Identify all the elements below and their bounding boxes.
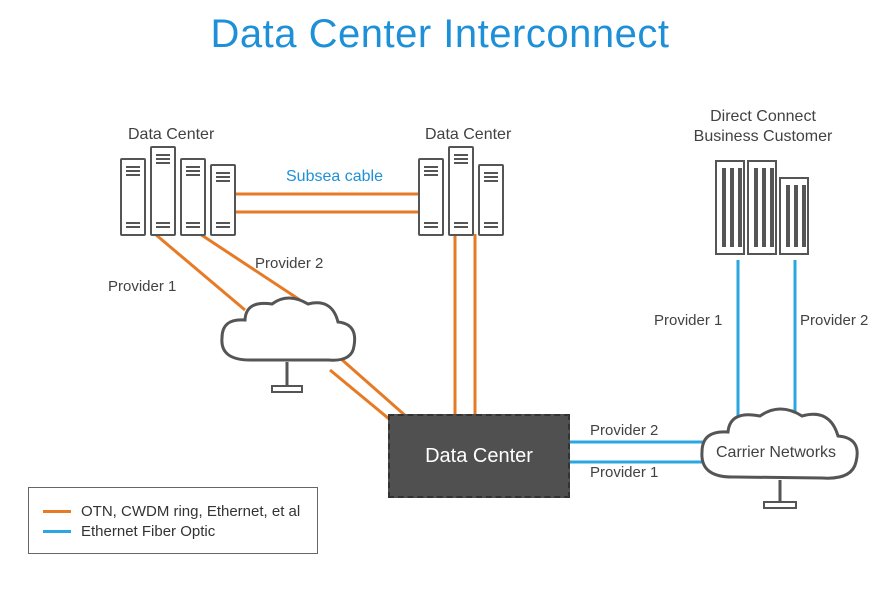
legend-swatch-orange-icon	[43, 510, 71, 513]
diagram-title: Data Center Interconnect	[0, 12, 880, 57]
building-icon	[715, 160, 809, 255]
label-provider2-top: Provider 2	[255, 255, 323, 272]
building-part-icon	[747, 160, 777, 255]
server-icon	[448, 146, 474, 236]
datacenter-box: Data Center	[388, 414, 570, 498]
label-provider1-left: Provider 1	[108, 278, 176, 295]
server-rack-right	[418, 146, 504, 236]
label-provider1-bridge: Provider 1	[590, 464, 658, 481]
server-icon	[210, 164, 236, 236]
label-dc-left: Data Center	[128, 126, 214, 144]
building-part-icon	[779, 177, 809, 255]
legend-text-orange: OTN, CWDM ring, Ethernet, et al	[81, 503, 300, 520]
building-part-icon	[715, 160, 745, 255]
label-dc-right: Data Center	[425, 126, 511, 144]
legend-row-blue: Ethernet Fiber Optic	[43, 523, 301, 540]
legend-swatch-blue-icon	[43, 530, 71, 533]
label-carrier: Carrier Networks	[716, 444, 836, 462]
server-icon	[150, 146, 176, 236]
cloud-carrier-icon	[690, 402, 870, 522]
server-icon	[180, 158, 206, 236]
label-provider2-bridge: Provider 2	[590, 422, 658, 439]
legend-row-orange: OTN, CWDM ring, Ethernet, et al	[43, 503, 301, 520]
server-rack-left	[120, 146, 236, 236]
cloud-icon	[210, 290, 365, 405]
label-direct-connect-2: Business Customer	[678, 128, 848, 146]
legend-text-blue: Ethernet Fiber Optic	[81, 523, 215, 540]
label-subsea: Subsea cable	[286, 168, 383, 186]
datacenter-box-label: Data Center	[425, 445, 533, 468]
label-direct-connect-1: Direct Connect	[678, 108, 848, 126]
server-icon	[418, 158, 444, 236]
server-icon	[478, 164, 504, 236]
legend-box: OTN, CWDM ring, Ethernet, et al Ethernet…	[28, 487, 318, 554]
label-provider1-vertical: Provider 1	[654, 312, 722, 329]
server-icon	[120, 158, 146, 236]
label-provider2-vertical: Provider 2	[800, 312, 868, 329]
